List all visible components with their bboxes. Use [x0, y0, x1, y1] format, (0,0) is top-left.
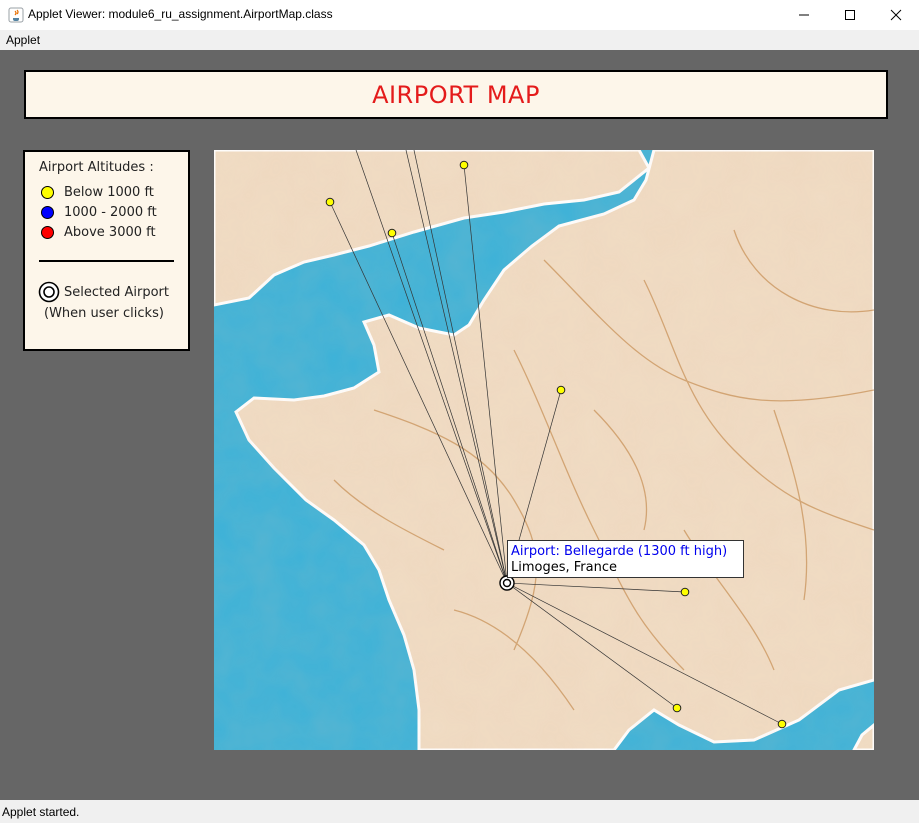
maximize-icon: [845, 10, 855, 20]
selected-airport-icon: [38, 281, 60, 303]
airport-popup: Airport: Bellegarde (1300 ft high) Limog…: [507, 540, 744, 578]
red-dot-icon: [41, 226, 54, 239]
blue-dot-icon: [41, 206, 54, 219]
map-canvas[interactable]: [214, 150, 874, 750]
airport-marker[interactable]: [387, 228, 397, 238]
airport-marker[interactable]: [680, 587, 690, 597]
legend-label-high: Above 3000 ft: [64, 225, 156, 240]
yellow-dot-icon: [41, 186, 54, 199]
airport-map[interactable]: Airport: Bellegarde (1300 ft high) Limog…: [214, 150, 874, 750]
popup-airport-name: Airport: Bellegarde (1300 ft high): [511, 544, 728, 559]
status-text: Applet started.: [2, 805, 80, 819]
menu-applet[interactable]: Applet: [6, 33, 40, 47]
selected-airport-marker[interactable]: [499, 575, 515, 591]
selected-airport-label: Selected Airport: [64, 285, 169, 300]
airport-marker[interactable]: [777, 719, 787, 729]
title-panel: AIRPORT MAP: [24, 70, 888, 119]
window-titlebar: Applet Viewer: module6_ru_assignment.Air…: [0, 0, 919, 30]
legend-divider: [39, 260, 174, 262]
page-title: AIRPORT MAP: [372, 81, 540, 109]
airport-marker[interactable]: [672, 703, 682, 713]
java-icon: [8, 7, 24, 23]
legend-label-mid: 1000 - 2000 ft: [64, 205, 157, 220]
menu-bar: Applet: [0, 30, 919, 50]
status-bar: Applet started.: [0, 800, 919, 823]
close-button[interactable]: [873, 0, 919, 30]
selected-airport-note: (When user clicks): [44, 306, 164, 321]
maximize-button[interactable]: [827, 0, 873, 30]
airport-marker[interactable]: [459, 160, 469, 170]
window-title: Applet Viewer: module6_ru_assignment.Air…: [28, 7, 333, 21]
legend-heading: Airport Altitudes :: [39, 160, 154, 175]
applet-panel: AIRPORT MAP Airport Altitudes : Below 10…: [0, 50, 919, 800]
popup-airport-location: Limoges, France: [511, 560, 617, 575]
legend-label-low: Below 1000 ft: [64, 185, 154, 200]
minimize-icon: [799, 14, 809, 16]
minimize-button[interactable]: [781, 0, 827, 30]
legend-panel: Airport Altitudes : Below 1000 ft 1000 -…: [23, 150, 190, 351]
airport-marker[interactable]: [556, 385, 566, 395]
airport-marker[interactable]: [325, 197, 335, 207]
close-icon: [890, 9, 902, 21]
